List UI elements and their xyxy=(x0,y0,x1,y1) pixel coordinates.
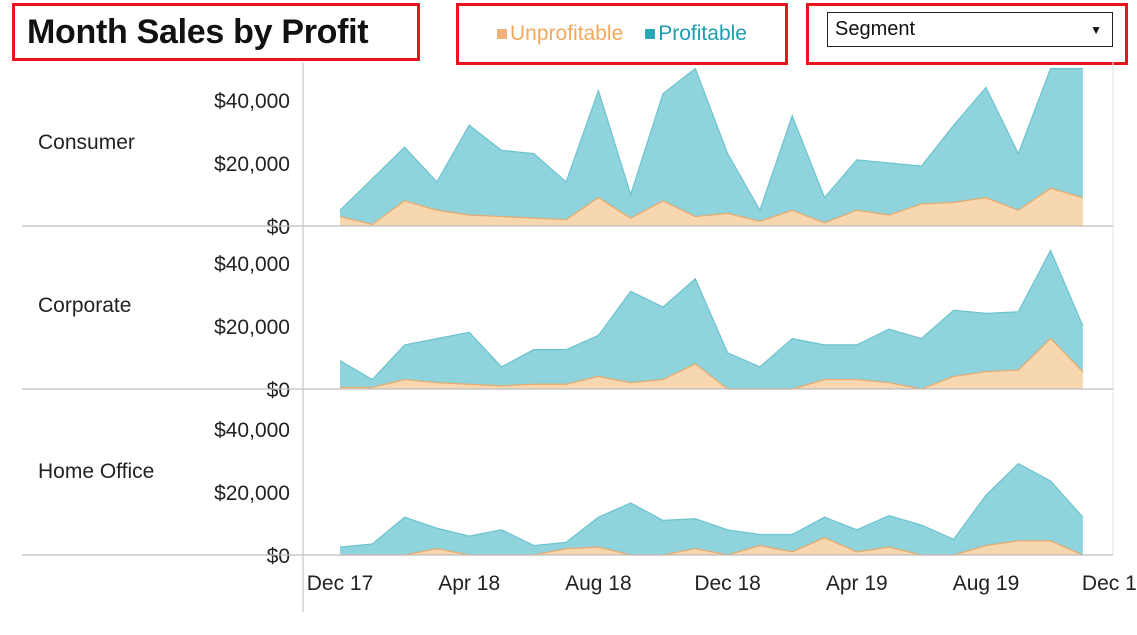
y-tick-label: $20,000 xyxy=(214,153,290,176)
profitable-area-home-office xyxy=(340,463,1083,555)
y-tick-label: $20,000 xyxy=(214,316,290,339)
y-tick-label: $40,000 xyxy=(214,253,290,276)
y-tick-label: $40,000 xyxy=(214,419,290,442)
x-tick-label: Apr 19 xyxy=(826,572,888,595)
panel-label-corporate: Corporate xyxy=(38,294,131,317)
x-tick-label: Apr 18 xyxy=(438,572,500,595)
y-tick-label: $0 xyxy=(267,216,290,239)
panel-label-consumer: Consumer xyxy=(38,131,135,154)
panel-label-home-office: Home Office xyxy=(38,460,154,483)
x-tick-label: Dec 19 xyxy=(1082,572,1137,595)
x-tick-label: Dec 18 xyxy=(694,572,761,595)
profitable-area-corporate xyxy=(340,250,1083,389)
y-tick-label: $20,000 xyxy=(214,482,290,505)
x-tick-label: Dec 17 xyxy=(307,572,374,595)
area-chart: Consumer $0 $20,000 $40,000 Corporate $0 $20,0… xyxy=(22,62,1137,612)
x-tick-label: Aug 18 xyxy=(565,572,632,595)
x-tick-label: Aug 19 xyxy=(953,572,1020,595)
y-tick-label: $0 xyxy=(267,379,290,402)
y-tick-label: $0 xyxy=(267,545,290,568)
y-tick-label: $40,000 xyxy=(214,90,290,113)
